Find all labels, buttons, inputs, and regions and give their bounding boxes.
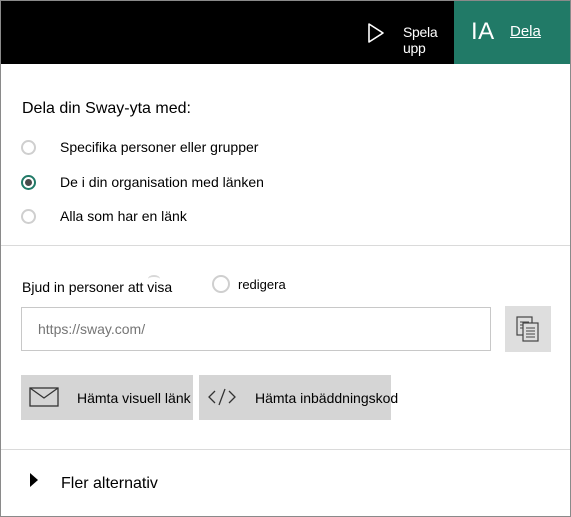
copy-link-button[interactable] — [505, 306, 551, 352]
option-label: Alla som har en länk — [60, 208, 187, 224]
share-link-input[interactable] — [21, 307, 491, 351]
option-label: De i din organisation med länken — [60, 174, 264, 190]
view-radio[interactable] — [148, 275, 160, 283]
embed-code-label: Hämta inbäddningskod — [255, 390, 399, 406]
divider — [1, 449, 570, 450]
play-label: Spela upp — [403, 24, 438, 56]
top-bar: Spela upp IA Dela — [1, 1, 570, 64]
option-label: Specifika personer eller grupper — [60, 139, 259, 155]
get-embed-code-button[interactable]: Hämta inbäddningskod — [199, 375, 398, 420]
share-with-title: Dela din Sway-yta med: — [22, 100, 191, 117]
play-button[interactable]: Spela upp — [345, 1, 454, 64]
divider — [1, 245, 570, 246]
edit-label: redigera — [238, 276, 286, 292]
radio-organisation[interactable] — [21, 174, 36, 190]
radio-anyone-with-link[interactable] — [21, 208, 36, 224]
option-edit[interactable]: redigera — [212, 275, 286, 293]
visual-link-label: Hämta visuell länk — [77, 390, 191, 406]
option-organisation[interactable]: De i din organisation med länken — [21, 171, 264, 193]
radio-edit[interactable] — [212, 275, 230, 293]
user-initials: IA — [471, 18, 495, 45]
radio-specific-people[interactable] — [21, 139, 36, 155]
option-anyone-with-link[interactable]: Alla som har en länk — [21, 205, 187, 227]
option-specific-people[interactable]: Specifika personer eller grupper — [21, 136, 258, 158]
more-options-label: Fler alternativ — [61, 475, 158, 492]
share-button[interactable]: IA Dela — [454, 1, 570, 64]
code-icon — [208, 388, 236, 406]
share-dialog: Spela upp IA Dela Dela din Sway-yta med:… — [0, 0, 571, 517]
share-label: Dela — [510, 23, 541, 40]
copy-icon — [516, 316, 539, 342]
more-options-toggle[interactable]: Fler alternativ — [29, 472, 158, 492]
envelope-icon — [29, 387, 59, 407]
get-visual-link-button[interactable]: Hämta visuell länk — [21, 375, 193, 420]
play-icon — [368, 23, 384, 43]
caret-right-icon — [30, 473, 38, 487]
